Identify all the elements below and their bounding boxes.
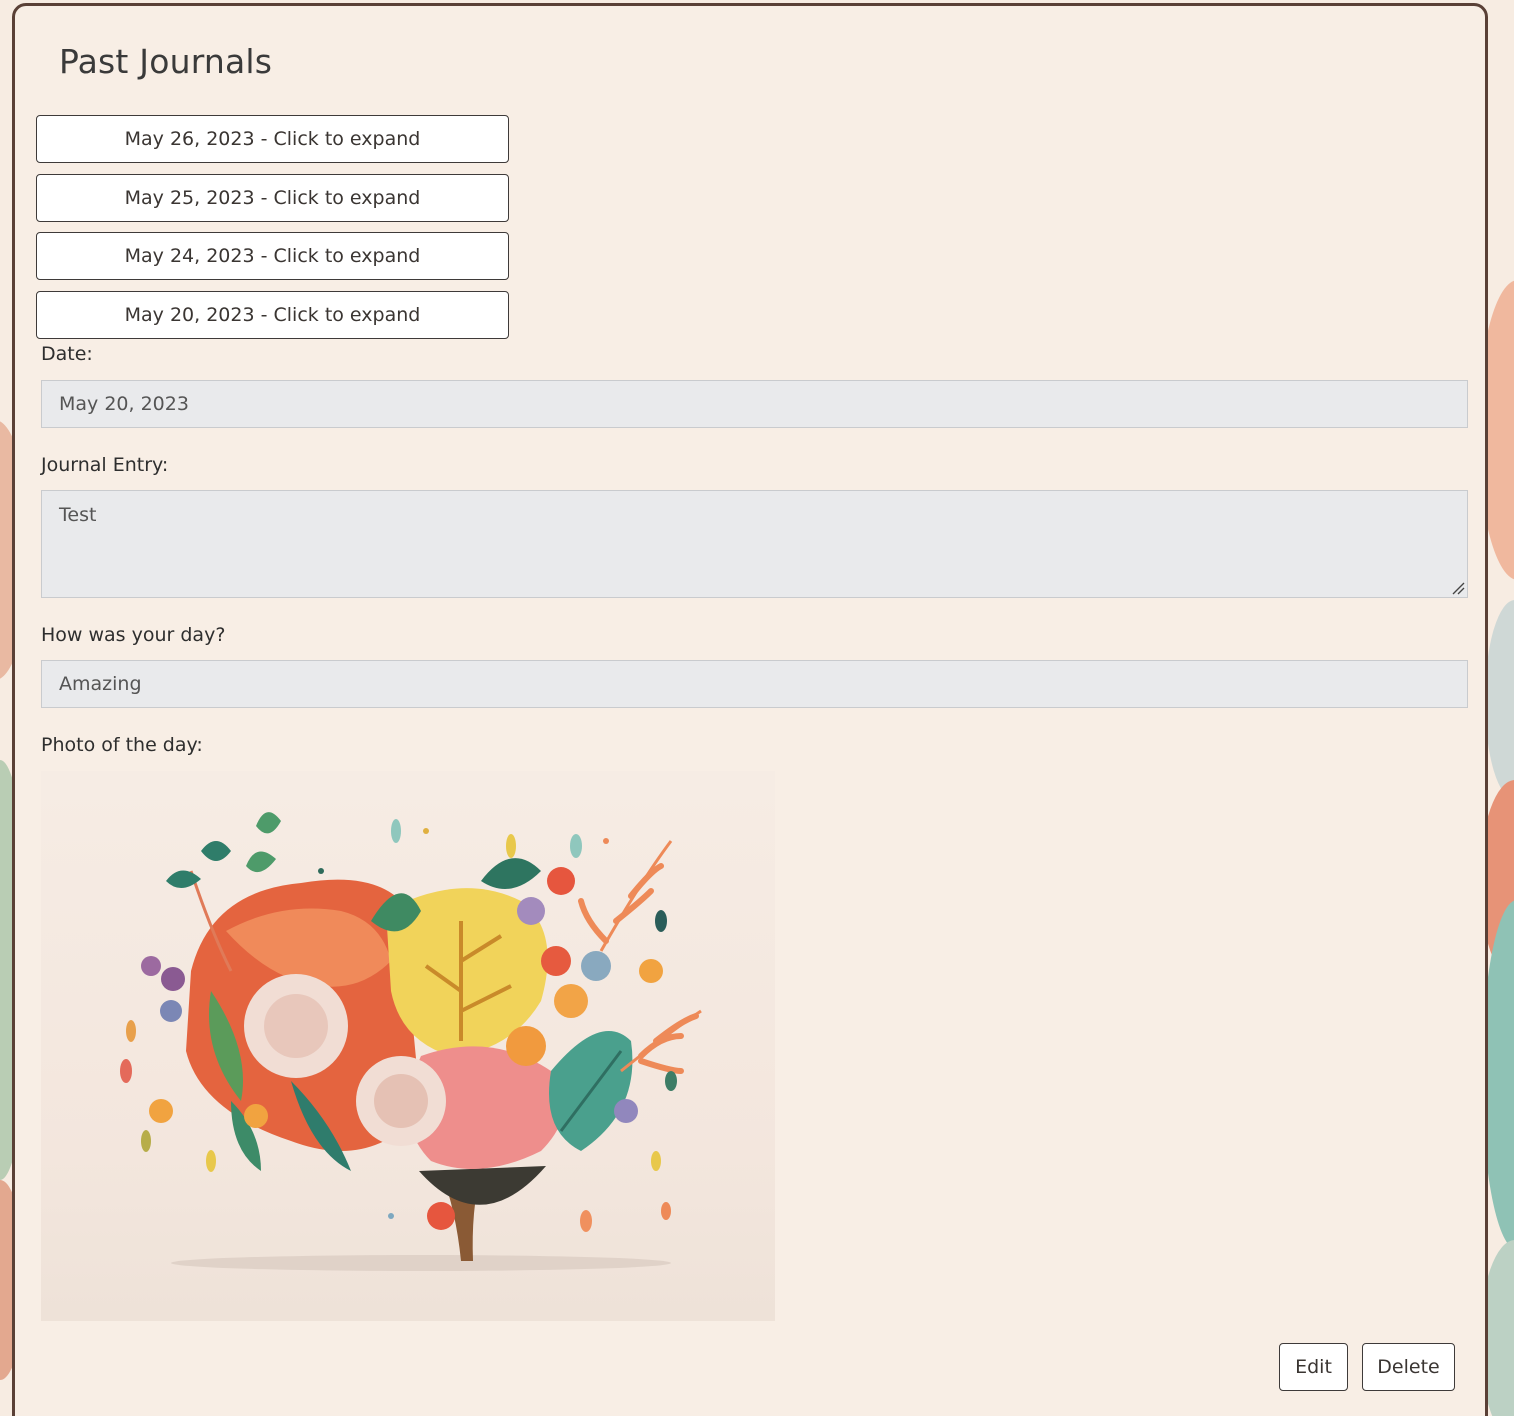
photo-label: Photo of the day: — [41, 734, 203, 756]
mood-field[interactable]: Amazing — [41, 660, 1468, 708]
photo-of-the-day — [41, 771, 775, 1321]
past-journals-panel: Past Journals May 26, 2023 - Click to ex… — [12, 3, 1488, 1416]
resize-grip-icon[interactable] — [1451, 581, 1465, 595]
mood-label: How was your day? — [41, 624, 226, 646]
brain-flowers-illustration — [120, 812, 702, 1271]
journal-entry-may-25[interactable]: May 25, 2023 - Click to expand — [36, 174, 509, 222]
journal-entry-may-20[interactable]: May 20, 2023 - Click to expand — [36, 291, 509, 339]
journal-entry-textarea[interactable]: Test — [41, 490, 1468, 598]
journal-entry-may-26[interactable]: May 26, 2023 - Click to expand — [36, 115, 509, 163]
page-title: Past Journals — [59, 42, 273, 81]
date-field[interactable]: May 20, 2023 — [41, 380, 1468, 428]
journal-entry-may-24[interactable]: May 24, 2023 - Click to expand — [36, 232, 509, 280]
delete-button[interactable]: Delete — [1362, 1343, 1455, 1391]
date-label: Date: — [41, 343, 93, 365]
edit-button[interactable]: Edit — [1279, 1343, 1348, 1391]
journal-entry-text: Test — [59, 504, 97, 526]
journal-entry-label: Journal Entry: — [41, 454, 169, 476]
